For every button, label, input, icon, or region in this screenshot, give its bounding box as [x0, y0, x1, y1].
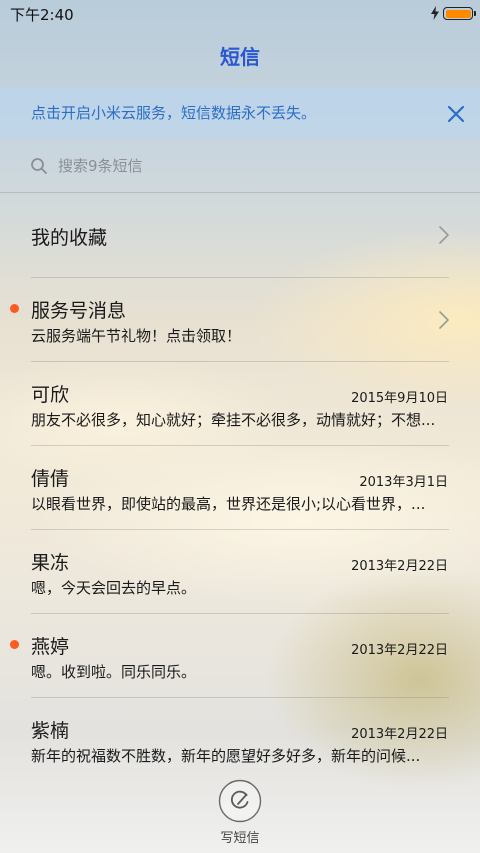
divider [31, 361, 449, 362]
unread-dot [10, 304, 19, 313]
divider [31, 529, 449, 530]
conversation-date: 2013年2月22日 [351, 643, 448, 658]
cloud-service-banner[interactable]: 点击开启小米云服务，短信数据永不丢失。 [0, 87, 480, 139]
conversation-snippet: 以眼看世界，即使站的最高，世界还是很小;以心看世界，... [31, 495, 426, 513]
conversation-item[interactable]: 倩倩 2013年3月1日 以眼看世界，即使站的最高，世界还是很小;以心看世界，.… [0, 448, 480, 532]
conversation-item[interactable]: 可欣 2015年9月10日 朋友不必很多，知心就好；牵挂不必很多，动情就好；不想… [0, 364, 480, 448]
conversation-item-service[interactable]: 服务号消息 云服务端午节礼物！点击领取！ [0, 280, 480, 364]
conversation-name: 服务号消息 [31, 300, 127, 322]
lightning-icon [431, 6, 439, 20]
conversation-item[interactable]: 紫楠 2013年2月22日 新年的祝福数不胜数，新年的愿望好多好多，新年的问候.… [0, 700, 480, 784]
conversation-name: 燕婷 [31, 636, 70, 658]
title-bar: 短信 [0, 36, 480, 78]
compose-icon[interactable] [218, 779, 262, 823]
search-bar[interactable] [30, 150, 450, 182]
battery-level [445, 9, 471, 18]
conversation-snippet: 嗯。收到啦。同乐同乐。 [31, 663, 197, 681]
divider [31, 697, 449, 698]
divider [31, 613, 449, 614]
battery-icon [443, 7, 476, 20]
conversation-date: 2013年2月22日 [351, 727, 448, 742]
search-icon [31, 158, 47, 174]
conversation-name: 紫楠 [31, 720, 70, 742]
conversation-item[interactable]: 果冻 2013年2月22日 嗯，今天会回去的早点。 [0, 532, 480, 616]
status-time: 下午2:40 [10, 6, 74, 24]
favorites-label: 我的收藏 [31, 227, 108, 249]
divider [31, 277, 449, 278]
conversation-name: 倩倩 [31, 468, 70, 490]
conversation-snippet: 新年的祝福数不胜数，新年的愿望好多好多，新年的问候... [31, 747, 421, 765]
favorites-row[interactable]: 我的收藏 [0, 196, 480, 276]
conversation-date: 2013年3月1日 [359, 475, 448, 490]
banner-text[interactable]: 点击开启小米云服务，短信数据永不丢失。 [31, 102, 316, 123]
conversation-snippet: 朋友不必很多，知心就好；牵挂不必很多，动情就好；不想... [31, 411, 436, 429]
chevron-right-icon [439, 226, 449, 244]
unread-dot [10, 640, 19, 649]
conversation-snippet: 嗯，今天会回去的早点。 [31, 579, 197, 597]
conversation-date: 2015年9月10日 [351, 391, 448, 406]
conversation-snippet: 云服务端午节礼物！点击领取！ [31, 327, 242, 345]
status-bar: 下午2:40 [0, 0, 480, 26]
divider [31, 445, 449, 446]
compose-label[interactable]: 写短信 [200, 827, 280, 846]
page-title: 短信 [220, 45, 260, 69]
divider [0, 192, 480, 193]
close-icon[interactable] [444, 102, 468, 126]
conversation-name: 可欣 [31, 384, 70, 406]
conversation-item[interactable]: 燕婷 2013年2月22日 嗯。收到啦。同乐同乐。 [0, 616, 480, 700]
conversation-date: 2013年2月22日 [351, 559, 448, 574]
conversation-name: 果冻 [31, 552, 70, 574]
search-input[interactable] [58, 154, 438, 178]
chevron-right-icon [439, 311, 449, 329]
